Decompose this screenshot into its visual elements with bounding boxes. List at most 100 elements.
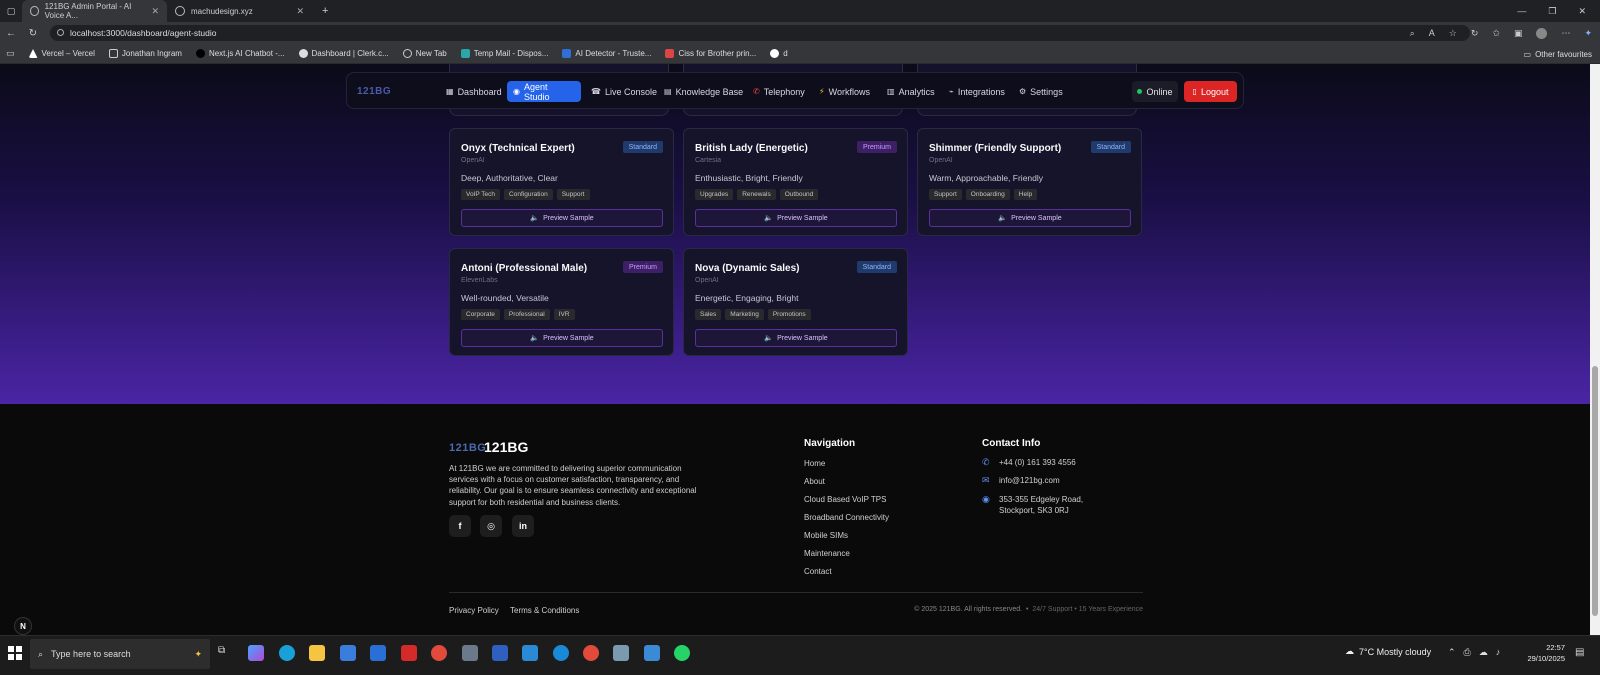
nav-live-console[interactable]: ☎ Live Console [585, 81, 663, 102]
nav-telephony[interactable]: ✆ Telephony [747, 81, 811, 102]
nav-dashboard[interactable]: ▦ Dashboard [440, 81, 508, 102]
network-icon[interactable]: ⎙ [1464, 647, 1471, 658]
footer-link-contact[interactable]: Contact [804, 567, 832, 576]
app-icon[interactable] [553, 645, 569, 661]
footer-link-maintenance[interactable]: Maintenance [804, 549, 850, 558]
task-view-icon[interactable]: ⧉ [218, 645, 234, 661]
restore-icon[interactable]: ❐ [1548, 6, 1556, 17]
instagram-icon[interactable]: ◎ [480, 515, 502, 537]
new-tab-button[interactable]: + [312, 5, 328, 17]
copilot-icon[interactable]: ✦ [1584, 28, 1592, 39]
minimize-icon[interactable]: — [1517, 6, 1526, 16]
profile-avatar[interactable] [1536, 27, 1548, 39]
bookmark-d[interactable]: d [770, 49, 788, 58]
preview-sample-button[interactable]: 🔈 Preview Sample [695, 209, 897, 227]
app-icon[interactable] [613, 645, 629, 661]
mail-app-icon[interactable] [370, 645, 386, 661]
terms-link[interactable]: Terms & Conditions [510, 606, 579, 615]
notification-icon[interactable]: ▤ [1575, 647, 1584, 658]
footer-link-about[interactable]: About [804, 477, 825, 486]
scrollbar-thumb[interactable] [1592, 366, 1598, 616]
windows-start-icon[interactable] [8, 646, 22, 660]
search-highlight-icon: ✦ [194, 648, 202, 659]
bookmark-label: Dashboard | Clerk.c... [311, 49, 389, 58]
weather-widget[interactable]: ☁ 7°C Mostly cloudy [1345, 646, 1431, 657]
contact-email[interactable]: ✉ info@121bg.com [982, 475, 1060, 486]
preview-sample-button[interactable]: 🔈 Preview Sample [929, 209, 1131, 227]
edge-app-icon[interactable] [279, 645, 295, 661]
voice-name: Onyx (Technical Expert) [461, 143, 575, 154]
nav-settings[interactable]: ⚙ Settings [1013, 81, 1069, 102]
more-icon[interactable]: ⋯ [1561, 28, 1570, 39]
nav-workflows[interactable]: ⚡ Workflows [813, 81, 876, 102]
collections-icon[interactable]: ▣ [1514, 28, 1523, 39]
preview-sample-button[interactable]: 🔈 Preview Sample [461, 209, 663, 227]
bookmark-label: AI Detector - Truste... [575, 49, 652, 58]
footer-link-home[interactable]: Home [804, 459, 825, 468]
vercel-icon [28, 49, 38, 58]
taskbar-search[interactable]: ⌕ Type here to search ✦ [30, 639, 210, 669]
app-icon[interactable] [644, 645, 660, 661]
app-icon[interactable] [462, 645, 478, 661]
linkedin-icon[interactable]: in [512, 515, 534, 537]
reading-view-icon[interactable]: ▭ [6, 48, 15, 59]
browser-tab-admin[interactable]: 121BG Admin Portal - AI Voice A... ✕ [22, 0, 167, 22]
bookmark-tempmail[interactable]: Temp Mail - Dispos... [460, 49, 548, 58]
bookmark-ciss[interactable]: Ciss for Brother prin... [665, 49, 756, 58]
chevron-up-icon[interactable]: ⌃ [1448, 647, 1456, 658]
back-icon[interactable]: ← [0, 28, 22, 39]
refresh-extension-icon[interactable]: ↻ [1471, 28, 1479, 39]
tab-actions-icon[interactable]: ▢ [0, 6, 22, 17]
close-icon[interactable]: ✕ [151, 6, 159, 17]
other-favourites[interactable]: ▭ Other favourites [1524, 44, 1592, 64]
file-explorer-icon[interactable] [309, 645, 325, 661]
bookmark-nextjs[interactable]: Next.js AI Chatbot -... [195, 49, 285, 58]
nav-integrations[interactable]: ⌁ Integrations [943, 81, 1011, 102]
footer-link-broadband[interactable]: Broadband Connectivity [804, 513, 889, 522]
nextjs-dev-indicator[interactable]: N [14, 617, 32, 635]
chrome-profile-app-icon[interactable] [583, 645, 599, 661]
chrome-app-icon[interactable] [431, 645, 447, 661]
read-aloud-icon[interactable]: A [1429, 28, 1435, 38]
brand-logo[interactable]: 121BG [357, 86, 391, 97]
bookmark-aidetector[interactable]: AI Detector - Truste... [562, 49, 651, 58]
bookmark-vercel[interactable]: Vercel – Vercel [28, 49, 95, 58]
copilot-app-icon[interactable] [248, 645, 264, 661]
footer-link-mobile-sims[interactable]: Mobile SIMs [804, 531, 848, 540]
page-scrollbar[interactable] [1590, 64, 1600, 635]
vscode-app-icon[interactable] [522, 645, 538, 661]
logout-button[interactable]: ▯ Logout [1184, 81, 1237, 102]
nav-analytics[interactable]: ▥ Analytics [881, 81, 941, 102]
bookmark-clerk[interactable]: Dashboard | Clerk.c... [298, 49, 389, 58]
facebook-icon[interactable]: f [449, 515, 471, 537]
nav-agent-studio[interactable]: ◉ Agent Studio [507, 81, 581, 102]
search-icon[interactable]: ⌕ [1410, 28, 1415, 39]
bookmark-jonathan[interactable]: Jonathan Ingram [108, 49, 182, 58]
volume-icon[interactable]: ♪ [1496, 647, 1501, 658]
bookmark-label: Next.js AI Chatbot -... [208, 49, 285, 58]
book-icon: ▤ [664, 87, 672, 96]
nav-label: Telephony [763, 86, 805, 97]
address-line: Stockport, SK3 0RJ [999, 506, 1069, 515]
address-bar[interactable]: localhost:3000/dashboard/agent-studio [50, 25, 1470, 41]
privacy-policy-link[interactable]: Privacy Policy [449, 606, 499, 615]
preview-sample-button[interactable]: 🔈 Preview Sample [695, 329, 897, 347]
close-window-icon[interactable]: ✕ [1578, 6, 1586, 17]
contact-phone[interactable]: ✆ +44 (0) 161 393 4556 [982, 457, 1076, 468]
favorite-star-icon[interactable]: ☆ [1449, 28, 1457, 39]
reload-icon[interactable]: ↻ [22, 28, 44, 39]
taskbar-clock[interactable]: 22:57 29/10/2025 [1525, 642, 1565, 664]
footer-link-voip[interactable]: Cloud Based VoIP TPS [804, 495, 886, 504]
nav-knowledge-base[interactable]: ▤ Knowledge Base [658, 81, 749, 102]
whatsapp-app-icon[interactable] [674, 645, 690, 661]
preview-sample-button[interactable]: 🔈 Preview Sample [461, 329, 663, 347]
voice-name: British Lady (Energetic) [695, 143, 808, 154]
media-app-icon[interactable] [401, 645, 417, 661]
close-icon[interactable]: ✕ [296, 6, 304, 17]
app-icon[interactable] [492, 645, 508, 661]
store-app-icon[interactable] [340, 645, 356, 661]
bookmark-newtab[interactable]: New Tab [402, 49, 447, 58]
favorites-icon[interactable]: ✩ [1492, 28, 1500, 39]
browser-tab-machudesign[interactable]: machudesign.xyz ✕ [167, 0, 312, 22]
onedrive-icon[interactable]: ☁ [1479, 647, 1488, 658]
